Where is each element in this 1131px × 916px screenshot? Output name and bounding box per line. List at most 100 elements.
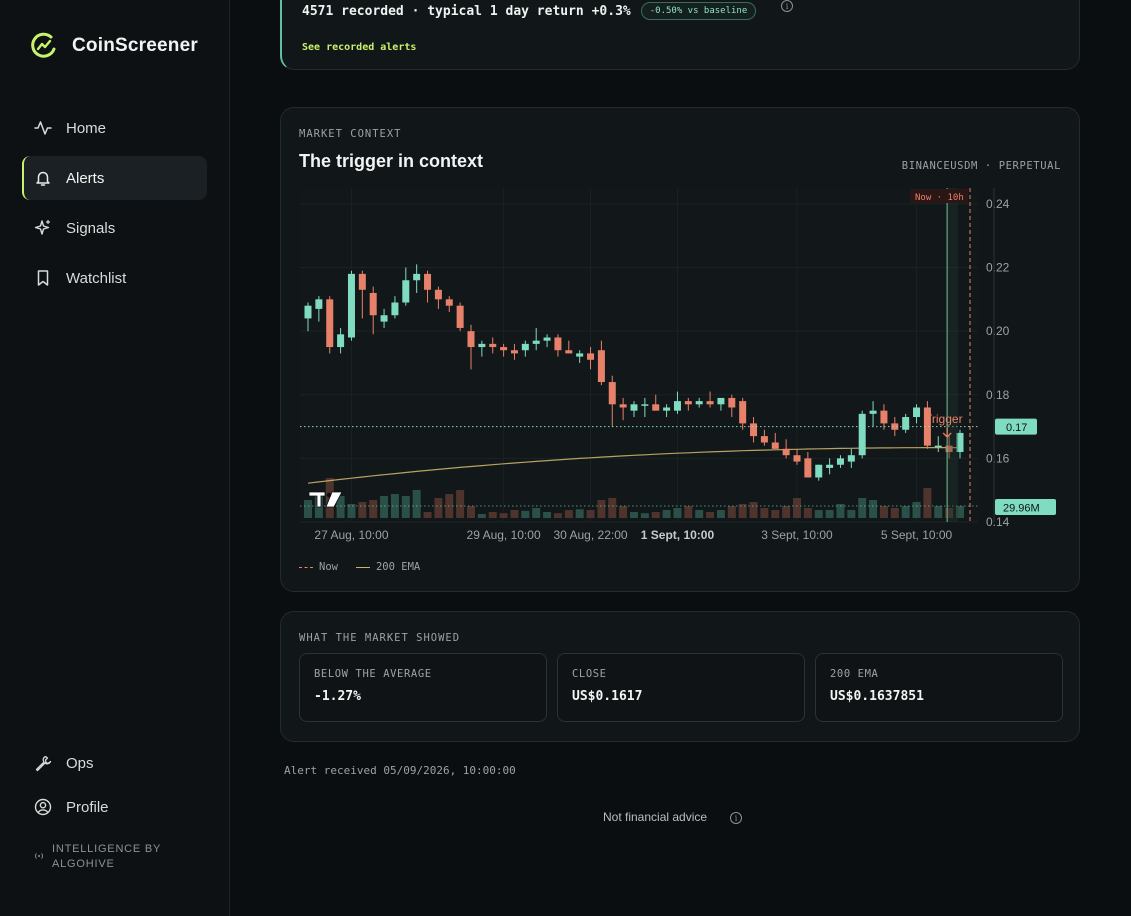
candle-body xyxy=(630,404,638,411)
candle-body xyxy=(836,458,844,465)
x-tick-label: 27 Aug, 10:00 xyxy=(314,528,388,542)
market-context-card: MARKET CONTEXT The trigger in context BI… xyxy=(280,107,1080,592)
volume-tag: 29.96M xyxy=(1003,503,1040,515)
candle-body xyxy=(543,337,551,341)
metric-below-average: BELOW THE AVERAGE -1.27% xyxy=(299,653,547,722)
bell-icon xyxy=(36,171,50,186)
volume-bar xyxy=(423,512,432,518)
legend-ema: 200 EMA xyxy=(355,561,420,573)
volume-bar xyxy=(912,502,921,518)
candlestick-chart[interactable]: 0.24 0.22 0.20 0.18 0.16 0.14 Now · 10h Trigger… xyxy=(298,186,1062,556)
candle-body xyxy=(771,442,779,449)
volume-bar xyxy=(521,510,530,518)
volume-bar xyxy=(456,490,465,518)
volume-bar xyxy=(706,512,715,518)
market-showed-card: WHAT THE MARKET SHOWED BELOW THE AVERAGE… xyxy=(280,611,1080,742)
volume-bar xyxy=(760,508,769,518)
powered-by-line1: INTELLIGENCE BY xyxy=(52,843,162,855)
y-tick-label: 0.20 xyxy=(986,324,1010,338)
metric-label: 200 EMA xyxy=(830,668,879,680)
metric-value: -1.27% xyxy=(314,689,361,704)
disclaimer-text: Not financial advice xyxy=(603,810,708,824)
candle-body xyxy=(760,436,768,443)
candle-body xyxy=(684,401,692,405)
candle-body xyxy=(587,353,595,360)
logo-icon xyxy=(31,32,56,58)
candle-body xyxy=(500,347,508,351)
price-tag: 0.17 xyxy=(1006,422,1027,434)
see-recorded-alerts-link[interactable]: See recorded alerts xyxy=(302,42,416,53)
volume-bar xyxy=(684,506,693,518)
candle-body xyxy=(597,350,605,383)
candle-body xyxy=(326,299,334,348)
y-tick-label: 0.16 xyxy=(986,451,1010,465)
candle-body xyxy=(369,292,377,316)
candle-body xyxy=(424,273,432,290)
candle-body xyxy=(706,401,714,405)
candle-body xyxy=(434,289,442,300)
candle-body xyxy=(619,404,627,408)
candle-body xyxy=(467,331,475,348)
context-title: The trigger in context xyxy=(299,151,484,171)
candle-body xyxy=(804,458,812,478)
x-tick-label: 1 Sept, 10:00 xyxy=(641,528,715,542)
y-tick-label: 0.24 xyxy=(986,197,1010,211)
y-tick-label: 0.22 xyxy=(986,261,1010,275)
volume-bar xyxy=(793,498,801,518)
volume-bar xyxy=(890,508,899,518)
disclaimer-info-icon[interactable]: i xyxy=(730,812,742,824)
candle-body xyxy=(576,353,584,357)
volume-bar xyxy=(358,502,367,518)
now-label: Now · 10h xyxy=(915,193,964,203)
sidebar: CoinScreener Home Alerts Signals Watchli… xyxy=(0,0,230,916)
x-tick-label: 30 Aug, 22:00 xyxy=(553,528,627,542)
sidebar-item-ops[interactable]: Ops xyxy=(22,741,207,785)
candle-body xyxy=(673,401,681,411)
sidebar-item-profile[interactable]: Profile xyxy=(22,785,207,829)
candle-body xyxy=(847,455,855,462)
volume-bar xyxy=(662,510,671,518)
app-logo[interactable]: CoinScreener xyxy=(30,32,198,60)
candle-body xyxy=(521,343,529,351)
volume-bar xyxy=(575,509,584,518)
volume-bar xyxy=(749,502,758,518)
volume-bar xyxy=(543,512,552,518)
sidebar-item-signals[interactable]: Signals xyxy=(22,206,207,250)
sidebar-item-watchlist[interactable]: Watchlist xyxy=(22,256,207,300)
candle-body xyxy=(934,445,942,448)
y-tick-label: 0.18 xyxy=(986,388,1010,402)
candle-body xyxy=(739,401,747,424)
broadcast-icon xyxy=(35,853,43,859)
y-tick-label: 0.14 xyxy=(986,515,1010,529)
volume-bar xyxy=(651,512,660,518)
volume-bar xyxy=(412,490,421,518)
wrench-icon xyxy=(35,755,52,772)
metric-label: CLOSE xyxy=(572,668,607,680)
volume-bar xyxy=(467,506,475,518)
volume-bar xyxy=(553,513,562,518)
candle-body xyxy=(510,350,518,354)
exchange-label: BINANCEUSDM · PERPETUAL xyxy=(901,160,1061,172)
volume-bar xyxy=(564,510,573,518)
volume-bar xyxy=(510,510,519,518)
volume-bar xyxy=(858,498,867,518)
volume-bar xyxy=(869,500,878,518)
trigger-band xyxy=(946,188,959,522)
powered-by-line2: ALGOHIVE xyxy=(52,858,115,870)
tradingview-logo-dot xyxy=(326,492,332,498)
sidebar-item-home[interactable]: Home xyxy=(22,106,207,150)
sidebar-item-label: Profile xyxy=(66,798,109,816)
volume-bar xyxy=(825,510,834,518)
candle-body xyxy=(304,305,312,319)
volume-bar xyxy=(619,506,628,518)
candle-body xyxy=(402,280,410,303)
volume-bar xyxy=(640,513,649,518)
user-circle-icon xyxy=(34,798,52,816)
trigger-label: Trigger xyxy=(925,412,963,426)
volume-bar xyxy=(586,510,595,518)
info-icon[interactable]: i xyxy=(781,0,793,12)
candle-body xyxy=(858,413,866,456)
candle-body xyxy=(750,423,758,437)
volume-bar xyxy=(923,488,932,518)
sidebar-item-alerts[interactable]: Alerts xyxy=(22,156,207,200)
